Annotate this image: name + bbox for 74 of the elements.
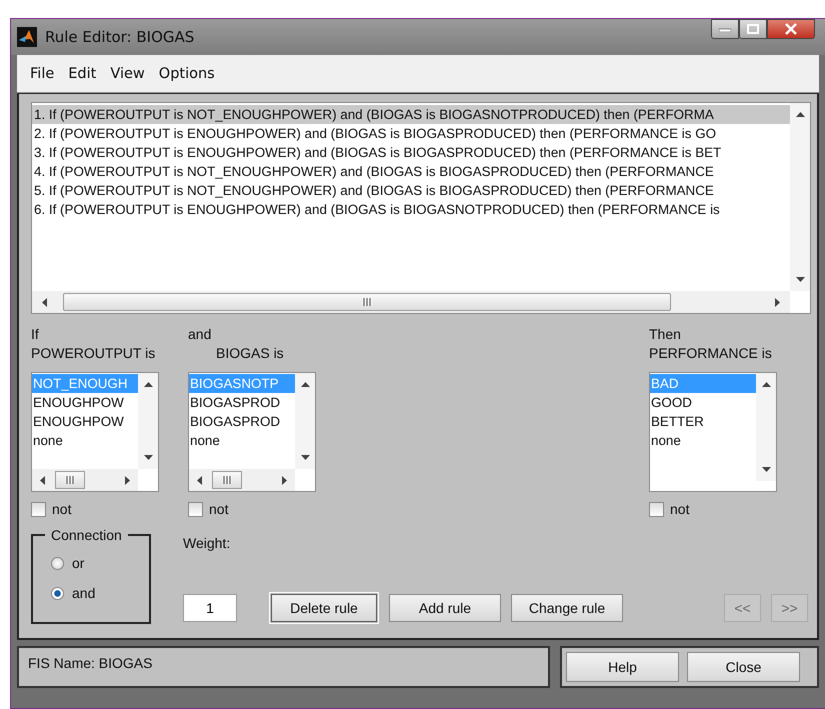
menu-item[interactable]: Edit [61,66,104,82]
scroll-left-icon[interactable] [40,476,45,484]
scroll-up-icon[interactable] [796,112,804,117]
menu-item[interactable]: View [103,66,152,82]
membership-listbox[interactable]: BIOGASNOTP BIOGASPROD BIOGASPROD none [188,372,316,492]
app-logo-icon [17,27,37,47]
rule-item[interactable]: 1. If (POWEROUTPUT is NOT_ENOUGHPOWER) and (BIOGAS is BIOGASNOTPRODUCED) then (PERFORMA [32,105,790,124]
checkbox-label: not [209,500,228,519]
rule-item[interactable]: 5. If (POWEROUTPUT is NOT_ENOUGHPOWER) and (BIOGAS is BIOGASPRODUCED) then (PERFORMANCE [32,181,790,200]
weight-field[interactable]: 1 [183,594,237,622]
horizontal-scrollbar[interactable] [32,291,790,313]
scroll-right-icon[interactable] [125,476,130,484]
radio-button[interactable] [51,557,64,570]
vertical-scrollbar[interactable] [790,103,810,291]
not-checkbox[interactable] [31,502,46,517]
clause-label: and [188,325,212,344]
variable-label: PERFORMANCE is [649,344,773,363]
scroll-left-icon[interactable] [42,298,47,306]
list-option[interactable]: ENOUGHPOW [32,393,138,412]
footer-button[interactable]: Help [566,652,679,682]
list-option[interactable]: none [32,431,138,450]
membership-listbox[interactable]: NOT_ENOUGH ENOUGHPOW ENOUGHPOW none [31,372,159,492]
not-checkbox[interactable] [649,502,664,517]
scroll-down-icon[interactable] [762,467,770,472]
clause-label: If [31,325,40,344]
scroll-up-icon[interactable] [144,382,152,387]
action-button[interactable]: Add rule [389,594,501,622]
footer-button[interactable]: Close [687,652,800,682]
list-option[interactable]: GOOD [650,393,756,412]
fis-name: FIS Name: BIOGAS [28,655,152,671]
radio-button[interactable] [51,587,64,600]
scroll-up-icon[interactable] [300,382,310,387]
rule-item[interactable]: 3. If (POWEROUTPUT is ENOUGHPOWER) and (BIOGAS is BIOGASPRODUCED) then (PERFORMANCE is BET [32,143,790,162]
list-option[interactable]: none [650,431,756,450]
scroll-thumb[interactable] [63,293,671,311]
menu-item[interactable]: File [23,66,62,82]
scroll-thumb[interactable] [55,471,85,489]
scroll-left-icon[interactable] [197,476,202,484]
rule-item[interactable]: 2. If (POWEROUTPUT is ENOUGHPOWER) and (BIOGAS is BIOGASPRODUCED) then (PERFORMANCE is GO [32,124,790,143]
scroll-thumb[interactable] [212,471,242,489]
checkbox-label: not [670,500,690,519]
checkbox-label: not [52,500,72,519]
membership-listbox[interactable]: BAD GOOD BETTER none [649,372,777,492]
list-option[interactable]: none [189,431,295,450]
menu-item[interactable]: Options [152,66,222,82]
maximize-button[interactable] [739,19,767,39]
scroll-right-icon[interactable] [775,298,780,306]
action-button[interactable]: Delete rule [271,594,377,622]
weight-label: Weight: [183,534,232,553]
scroll-down-icon[interactable] [144,455,152,460]
rule-list[interactable] [31,102,811,314]
close-button[interactable] [767,19,815,39]
rule-item[interactable]: 6. If (POWEROUTPUT is ENOUGHPOWER) and (BIOGAS is BIOGASNOTPRODUCED) then (PERFORMANCE is [32,200,790,219]
scroll-right-icon[interactable] [282,476,287,484]
variable-label: POWEROUTPUT is [31,344,156,363]
scroll-down-icon[interactable] [796,277,804,282]
minimize-icon [719,26,731,32]
radio-label: or [72,554,84,573]
variable-label: BIOGAS is [215,344,285,363]
minimize-button[interactable] [711,19,739,39]
window-title: Rule Editor: BIOGAS [45,28,194,46]
maximize-icon [747,24,759,34]
close-icon [784,23,798,35]
scroll-down-icon[interactable] [300,455,310,460]
clause-label: Then [649,325,682,344]
list-option[interactable]: BIOGASPROD [189,412,295,431]
radio-label: and [72,584,96,603]
list-option[interactable]: ENOUGHPOW [32,412,138,431]
scroll-up-icon[interactable] [762,382,770,387]
list-option[interactable]: BIOGASPROD [189,393,295,412]
action-button[interactable]: Change rule [511,594,623,622]
rule-item[interactable]: 4. If (POWEROUTPUT is NOT_ENOUGHPOWER) and (BIOGAS is BIOGASPRODUCED) then (PERFORMANCE [32,162,790,181]
not-checkbox[interactable] [188,502,203,517]
list-option[interactable]: BETTER [650,412,756,431]
